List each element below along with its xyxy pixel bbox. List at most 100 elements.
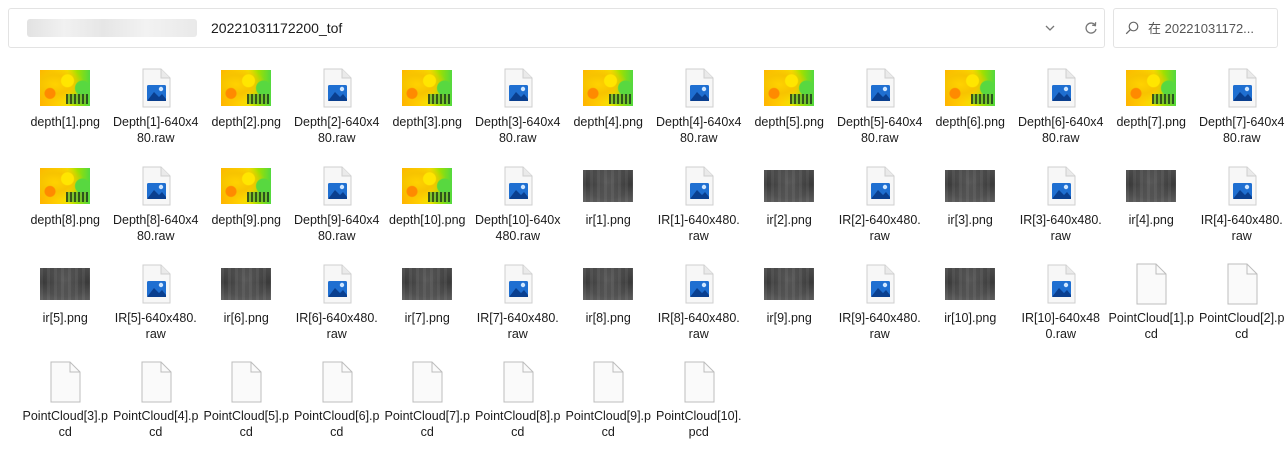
file-item[interactable]: depth[4].png xyxy=(563,66,654,164)
file-name: depth[7].png xyxy=(1116,115,1186,129)
file-thumbnail xyxy=(763,164,815,208)
file-thumbnail xyxy=(673,164,725,208)
image-file-icon xyxy=(323,68,352,108)
file-thumbnail xyxy=(492,164,544,208)
image-file-icon xyxy=(1047,166,1076,206)
file-item[interactable]: Depth[6]-640x480.raw xyxy=(1016,66,1107,164)
file-item[interactable]: ir[4].png xyxy=(1106,164,1197,262)
chevron-down-icon[interactable] xyxy=(1041,19,1059,37)
file-item[interactable]: ir[1].png xyxy=(563,164,654,262)
file-item[interactable]: IR[6]-640x480.raw xyxy=(292,262,383,360)
file-item[interactable]: IR[10]-640x480.raw xyxy=(1016,262,1107,360)
file-item[interactable]: Depth[10]-640x480.raw xyxy=(473,164,564,262)
file-name: Depth[5]-640x480.raw xyxy=(837,115,923,145)
file-item[interactable]: PointCloud[1].pcd xyxy=(1106,262,1197,360)
file-thumbnail xyxy=(130,360,182,404)
file-thumbnail xyxy=(39,164,91,208)
file-name: IR[10]-640x480.raw xyxy=(1021,311,1101,341)
file-item[interactable]: IR[3]-640x480.raw xyxy=(1016,164,1107,262)
file-item[interactable]: IR[1]-640x480.raw xyxy=(654,164,745,262)
search-box[interactable] xyxy=(1113,8,1278,48)
file-item[interactable]: ir[5].png xyxy=(20,262,111,360)
file-item[interactable]: depth[3].png xyxy=(382,66,473,164)
image-file-icon xyxy=(142,264,171,304)
file-item[interactable]: Depth[4]-640x480.raw xyxy=(654,66,745,164)
image-file-icon xyxy=(323,264,352,304)
file-thumbnail xyxy=(944,164,996,208)
file-item[interactable]: depth[6].png xyxy=(925,66,1016,164)
file-thumbnail xyxy=(582,262,634,306)
file-item[interactable]: IR[7]-640x480.raw xyxy=(473,262,564,360)
file-item[interactable]: PointCloud[10].pcd xyxy=(654,360,745,458)
file-item[interactable]: Depth[9]-640x480.raw xyxy=(292,164,383,262)
search-icon xyxy=(1124,20,1140,36)
file-item[interactable]: ir[6].png xyxy=(201,262,292,360)
file-item[interactable]: PointCloud[8].pcd xyxy=(473,360,564,458)
file-name: Depth[8]-640x480.raw xyxy=(113,213,199,243)
file-name: ir[4].png xyxy=(1128,213,1174,227)
file-name: ir[3].png xyxy=(947,213,993,227)
file-item[interactable]: Depth[7]-640x480.raw xyxy=(1197,66,1285,164)
file-item[interactable]: depth[7].png xyxy=(1106,66,1197,164)
file-item[interactable]: Depth[5]-640x480.raw xyxy=(835,66,926,164)
file-item[interactable]: ir[3].png xyxy=(925,164,1016,262)
file-thumbnail xyxy=(582,164,634,208)
file-item[interactable]: IR[5]-640x480.raw xyxy=(111,262,202,360)
file-thumbnail xyxy=(763,262,815,306)
file-name: depth[1].png xyxy=(30,115,100,129)
file-name: ir[6].png xyxy=(223,311,269,325)
file-item[interactable]: Depth[3]-640x480.raw xyxy=(473,66,564,164)
file-item[interactable]: ir[9].png xyxy=(744,262,835,360)
file-item[interactable]: depth[8].png xyxy=(20,164,111,262)
file-item[interactable]: Depth[8]-640x480.raw xyxy=(111,164,202,262)
file-item[interactable]: PointCloud[9].pcd xyxy=(563,360,654,458)
file-thumbnail xyxy=(944,66,996,110)
file-name: IR[9]-640x480.raw xyxy=(838,311,921,341)
file-item[interactable]: depth[5].png xyxy=(744,66,835,164)
file-item[interactable]: Depth[2]-640x480.raw xyxy=(292,66,383,164)
current-folder-path[interactable]: 20221031172200_tof xyxy=(211,20,342,36)
file-item[interactable]: ir[2].png xyxy=(744,164,835,262)
file-name: IR[3]-640x480.raw xyxy=(1019,213,1102,243)
file-name: PointCloud[8].pcd xyxy=(475,409,561,439)
ir-image-thumbnail xyxy=(764,268,815,300)
image-file-icon xyxy=(142,68,171,108)
file-item[interactable]: depth[1].png xyxy=(20,66,111,164)
file-item[interactable]: IR[9]-640x480.raw xyxy=(835,262,926,360)
blank-file-icon xyxy=(50,361,81,403)
file-thumbnail xyxy=(673,262,725,306)
file-thumbnail xyxy=(492,66,544,110)
file-item[interactable]: IR[2]-640x480.raw xyxy=(835,164,926,262)
file-item[interactable]: PointCloud[3].pcd xyxy=(20,360,111,458)
file-thumbnail xyxy=(220,164,272,208)
file-item[interactable]: Depth[1]-640x480.raw xyxy=(111,66,202,164)
blank-file-icon xyxy=(1136,263,1167,305)
file-item[interactable]: PointCloud[5].pcd xyxy=(201,360,292,458)
file-item[interactable]: PointCloud[2].pcd xyxy=(1197,262,1285,360)
file-thumbnail xyxy=(492,262,544,306)
file-thumbnail xyxy=(39,262,91,306)
file-thumbnail xyxy=(130,66,182,110)
file-grid: depth[1].png Depth[1]-640x480.raw depth[2]… xyxy=(20,66,1285,459)
search-input[interactable] xyxy=(1148,10,1276,46)
file-item[interactable]: IR[4]-640x480.raw xyxy=(1197,164,1285,262)
refresh-icon[interactable] xyxy=(1082,19,1100,37)
file-item[interactable]: ir[8].png xyxy=(563,262,654,360)
file-item[interactable]: depth[9].png xyxy=(201,164,292,262)
file-item[interactable]: PointCloud[6].pcd xyxy=(292,360,383,458)
file-item[interactable]: depth[10].png xyxy=(382,164,473,262)
depth-image-thumbnail xyxy=(40,70,91,106)
ir-image-thumbnail xyxy=(945,268,996,300)
file-item[interactable]: PointCloud[4].pcd xyxy=(111,360,202,458)
file-item[interactable]: IR[8]-640x480.raw xyxy=(654,262,745,360)
address-bar[interactable]: 20221031172200_tof xyxy=(8,8,1105,48)
file-item[interactable]: depth[2].png xyxy=(201,66,292,164)
file-name: IR[8]-640x480.raw xyxy=(657,311,740,341)
image-file-icon xyxy=(1047,68,1076,108)
file-name: IR[6]-640x480.raw xyxy=(295,311,378,341)
file-item[interactable]: ir[7].png xyxy=(382,262,473,360)
file-item[interactable]: PointCloud[7].pcd xyxy=(382,360,473,458)
file-name: IR[1]-640x480.raw xyxy=(657,213,740,243)
file-name: ir[10].png xyxy=(944,311,997,325)
file-item[interactable]: ir[10].png xyxy=(925,262,1016,360)
